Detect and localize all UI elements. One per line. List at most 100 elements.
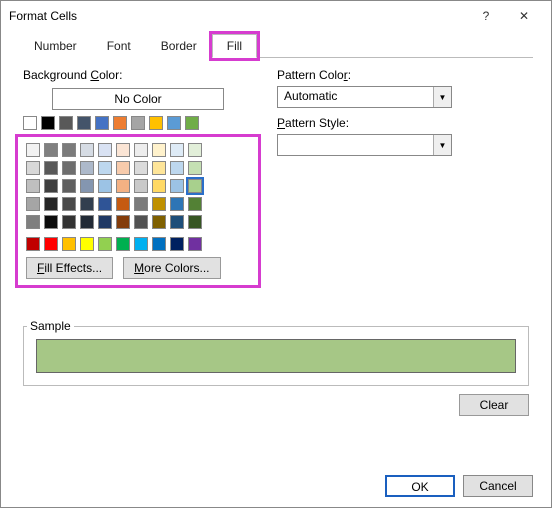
color-swatch[interactable] [44, 179, 58, 193]
color-swatch[interactable] [188, 237, 202, 251]
color-swatch[interactable] [98, 237, 112, 251]
color-swatch[interactable] [77, 116, 91, 130]
color-swatch[interactable] [170, 179, 184, 193]
color-swatch[interactable] [170, 215, 184, 229]
color-swatch[interactable] [44, 237, 58, 251]
color-swatch[interactable] [134, 237, 148, 251]
color-swatch[interactable] [152, 143, 166, 157]
color-swatch[interactable] [98, 161, 112, 175]
color-swatch[interactable] [152, 237, 166, 251]
color-swatch[interactable] [95, 116, 109, 130]
color-swatch[interactable] [98, 179, 112, 193]
color-swatch[interactable] [44, 161, 58, 175]
color-swatch[interactable] [26, 143, 40, 157]
sample-preview [36, 339, 516, 373]
color-swatch[interactable] [62, 161, 76, 175]
color-swatch[interactable] [185, 116, 199, 130]
color-swatch[interactable] [188, 161, 202, 175]
color-swatch[interactable] [188, 215, 202, 229]
ok-button[interactable]: OK [385, 475, 455, 497]
color-swatch[interactable] [188, 197, 202, 211]
color-swatch[interactable] [188, 143, 202, 157]
color-swatch[interactable] [80, 215, 94, 229]
color-swatch[interactable] [116, 143, 130, 157]
color-swatch[interactable] [26, 197, 40, 211]
color-swatch[interactable] [62, 197, 76, 211]
pattern-style-select[interactable]: ▼ [277, 134, 452, 156]
color-swatch[interactable] [26, 179, 40, 193]
color-swatch[interactable] [116, 161, 130, 175]
color-swatch[interactable] [44, 143, 58, 157]
pattern-color-select[interactable]: Automatic ▼ [277, 86, 452, 108]
color-swatch[interactable] [80, 197, 94, 211]
close-button[interactable]: ✕ [505, 2, 543, 30]
color-swatch[interactable] [152, 161, 166, 175]
color-swatch[interactable] [41, 116, 55, 130]
color-swatch[interactable] [134, 197, 148, 211]
color-swatch[interactable] [80, 179, 94, 193]
more-colors-button[interactable]: More Colors... [123, 257, 220, 279]
standard-color-row [26, 237, 250, 251]
color-swatch[interactable] [167, 116, 181, 130]
color-swatch[interactable] [80, 143, 94, 157]
color-swatch[interactable] [59, 116, 73, 130]
color-swatch[interactable] [23, 116, 37, 130]
color-swatch[interactable] [170, 237, 184, 251]
color-swatch[interactable] [62, 215, 76, 229]
sample-label: Sample [27, 319, 74, 333]
fill-effects-label: ill Effects... [44, 261, 102, 275]
dialog-title: Format Cells [9, 9, 467, 23]
clear-button[interactable]: Clear [459, 394, 529, 416]
color-swatch[interactable] [98, 197, 112, 211]
color-swatch[interactable] [152, 179, 166, 193]
no-color-button[interactable]: No Color [52, 88, 224, 110]
color-swatch[interactable] [188, 179, 202, 193]
color-swatch[interactable] [113, 116, 127, 130]
color-swatch[interactable] [152, 197, 166, 211]
pattern-style-label: Pattern Style: [277, 116, 529, 130]
pattern-color-value: Automatic [278, 87, 433, 107]
color-swatch[interactable] [149, 116, 163, 130]
color-swatch[interactable] [116, 215, 130, 229]
color-swatch[interactable] [98, 143, 112, 157]
color-swatch[interactable] [116, 237, 130, 251]
color-swatch[interactable] [62, 143, 76, 157]
chevron-down-icon: ▼ [433, 135, 451, 155]
color-swatch[interactable] [44, 197, 58, 211]
color-swatch[interactable] [134, 143, 148, 157]
theme-color-row [23, 116, 253, 130]
background-color-label: Background Color: [23, 68, 253, 82]
color-swatch[interactable] [62, 179, 76, 193]
cancel-button[interactable]: Cancel [463, 475, 533, 497]
color-swatch[interactable] [62, 237, 76, 251]
color-swatch[interactable] [80, 161, 94, 175]
tabstrip: NumberFontBorderFill [19, 33, 533, 58]
tab-number[interactable]: Number [19, 34, 92, 58]
color-swatch[interactable] [170, 161, 184, 175]
theme-tints-grid [26, 143, 250, 229]
color-swatch[interactable] [98, 215, 112, 229]
color-swatch[interactable] [44, 215, 58, 229]
pattern-color-label: Pattern Color: [277, 68, 529, 82]
color-swatch[interactable] [170, 143, 184, 157]
color-swatch[interactable] [26, 215, 40, 229]
tab-font[interactable]: Font [92, 34, 146, 58]
color-swatch[interactable] [152, 215, 166, 229]
tab-border[interactable]: Border [146, 34, 212, 58]
fill-effects-button[interactable]: Fill Effects... [26, 257, 113, 279]
color-swatch[interactable] [116, 179, 130, 193]
color-swatch[interactable] [80, 237, 94, 251]
color-swatch[interactable] [26, 161, 40, 175]
help-button[interactable]: ? [467, 2, 505, 30]
color-swatch[interactable] [134, 179, 148, 193]
tab-fill[interactable]: Fill [212, 34, 257, 58]
color-swatch[interactable] [131, 116, 145, 130]
highlighted-color-area: Fill Effects... More Colors... [15, 134, 261, 288]
color-swatch[interactable] [26, 237, 40, 251]
more-colors-label: ore Colors... [144, 261, 209, 275]
color-swatch[interactable] [134, 215, 148, 229]
color-swatch[interactable] [170, 197, 184, 211]
color-swatch[interactable] [116, 197, 130, 211]
titlebar: Format Cells ? ✕ [1, 1, 551, 31]
color-swatch[interactable] [134, 161, 148, 175]
